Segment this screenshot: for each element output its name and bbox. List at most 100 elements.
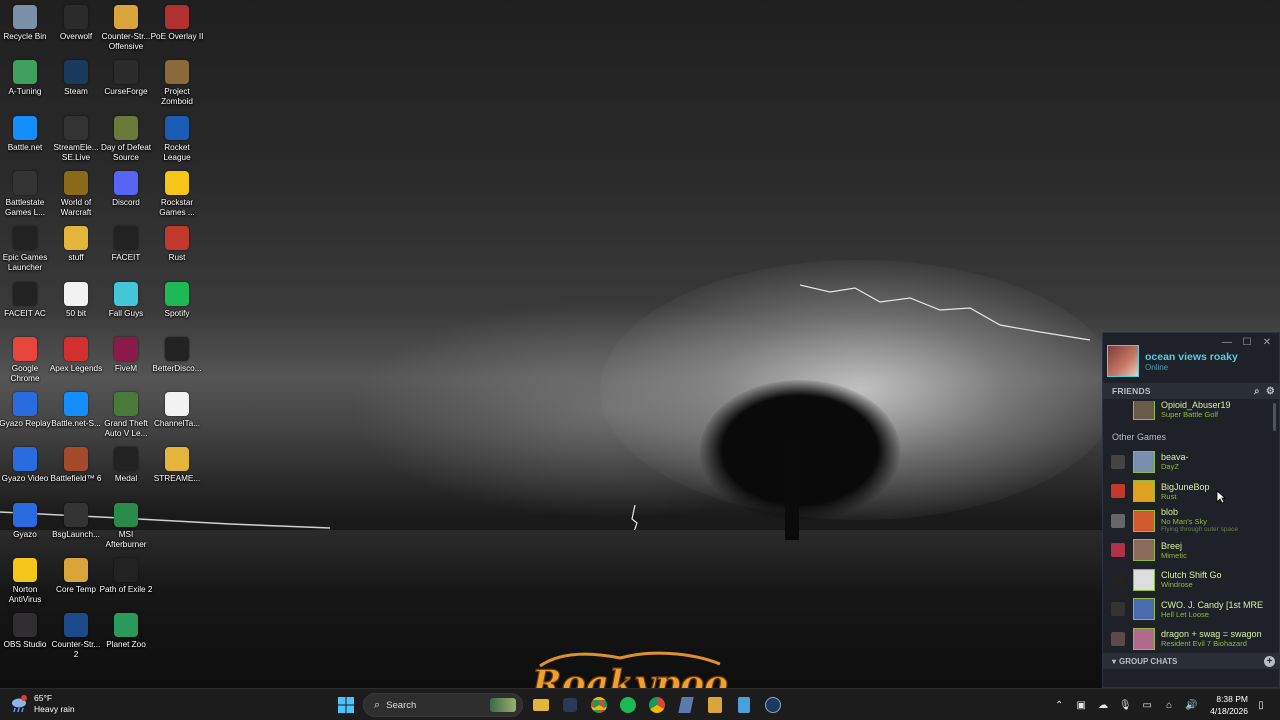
friend-row[interactable]: dragon + swag = swagon Resident Evil 7 Bi… bbox=[1103, 624, 1273, 651]
desktop-icon-obs-studio[interactable]: OBS Studio bbox=[0, 613, 52, 650]
desktop-icon-folder[interactable]: STREAME... bbox=[150, 447, 204, 484]
desktop-icon-spotify[interactable]: Spotify bbox=[150, 281, 204, 319]
desktop-icon-bsg-launcher[interactable]: BsgLaunch... bbox=[49, 502, 103, 540]
desktop-icon-rust[interactable]: Rust bbox=[150, 226, 204, 263]
desktop-icon-chrome[interactable]: Google Chrome bbox=[0, 336, 52, 384]
taskbar-game-button-2[interactable] bbox=[703, 693, 727, 717]
desktop-icon-rockstar[interactable]: Rockstar Games ... bbox=[150, 170, 204, 218]
desktop-icon-project-zomboid[interactable]: Project Zomboid bbox=[150, 60, 204, 107]
start-button[interactable] bbox=[334, 693, 358, 717]
desktop-icon-steam[interactable]: Steam bbox=[49, 60, 103, 97]
desktop-icon-day-of-defeat[interactable]: Day of Defeat Source bbox=[99, 115, 153, 163]
desktop-icon-label: BsgLaunch... bbox=[52, 529, 100, 539]
friend-row[interactable]: Breej Mimetic bbox=[1103, 536, 1273, 566]
group-chats-header[interactable]: ▾ GROUP CHATS + bbox=[1103, 653, 1279, 669]
chevron-up-icon[interactable]: ⌃ bbox=[1050, 696, 1068, 714]
desktop-icon-betterdiscord[interactable]: BetterDisco... bbox=[150, 336, 204, 374]
friend-row[interactable]: Clutch Shift Go Windrose bbox=[1103, 565, 1273, 595]
weather-widget[interactable]: 65°F Heavy rain bbox=[10, 693, 75, 715]
taskbar-steam-button[interactable] bbox=[761, 693, 785, 717]
desktop-icon-medal[interactable]: Medal bbox=[99, 447, 153, 484]
desktop-icon-fivem[interactable]: FiveM bbox=[99, 336, 153, 374]
poe-overlay-icon bbox=[165, 5, 189, 29]
desktop-icon-norton[interactable]: Norton AntiVirus bbox=[0, 558, 52, 605]
desktop-icon-world-of-warcraft[interactable]: World of Warcraft bbox=[49, 170, 103, 218]
taskbar-app-button[interactable] bbox=[674, 693, 698, 717]
tray-app-icon[interactable]: ▣ bbox=[1072, 696, 1090, 714]
taskbar-notepad-button[interactable] bbox=[732, 693, 756, 717]
friend-row[interactable]: beava- DayZ bbox=[1103, 447, 1273, 477]
desktop-icon-battlenet-shortcut[interactable]: Battle.net-S... bbox=[49, 392, 103, 429]
desktop-icon-label: Overwolf bbox=[59, 32, 93, 41]
add-group-chat-icon[interactable]: + bbox=[1264, 655, 1275, 667]
desktop-icon-counter-strike[interactable]: Counter-Str... Offensive bbox=[99, 5, 153, 52]
microphone-icon[interactable]: 🎙 bbox=[1116, 696, 1134, 714]
friend-game: Super Battle Golf bbox=[1161, 409, 1219, 419]
profile-status: Online bbox=[1145, 362, 1169, 372]
friends-scrollbar[interactable] bbox=[1273, 403, 1276, 431]
steam-friends-window[interactable]: — ☐ ✕ ocean views roaky Online FRIENDS ⌕… bbox=[1102, 332, 1280, 688]
friend-row[interactable]: blob No Man's Sky Flying through outer spa… bbox=[1103, 506, 1273, 536]
desktop-icon-battlefield[interactable]: Battlefield™ 6 bbox=[49, 447, 103, 484]
friend-avatar bbox=[1133, 568, 1155, 591]
desktop-icon-gyazo-video[interactable]: Gyazo Video bbox=[0, 447, 52, 484]
friend-row[interactable]: BigJuneBop Rust bbox=[1103, 477, 1273, 507]
desktop-icon-discord[interactable]: Discord bbox=[99, 170, 153, 208]
profile-name[interactable]: ocean views roaky bbox=[1145, 351, 1238, 363]
desktop-icon-label: STREAME... bbox=[153, 474, 201, 484]
desktop-icon-counter-strike-2[interactable]: Counter-Str... 2 bbox=[49, 613, 103, 660]
desktop-icon-label: Gyazo Replay bbox=[0, 419, 51, 429]
friend-avatar bbox=[1133, 627, 1155, 650]
desktop-icon-fall-guys[interactable]: Fall Guys bbox=[99, 281, 153, 319]
search-icon[interactable]: ⌕ bbox=[1254, 386, 1260, 397]
desktop-icon-faceit[interactable]: FACEIT bbox=[99, 226, 153, 263]
desktop-icon-poe-overlay[interactable]: PoE Overlay II bbox=[150, 5, 204, 42]
desktop-icon-curseforge[interactable]: CurseForge bbox=[99, 60, 153, 97]
add-friend-icon[interactable]: ⚙ bbox=[1266, 386, 1275, 397]
battlenet-icon bbox=[13, 115, 37, 140]
friend-avatar bbox=[1133, 401, 1155, 420]
faceit-ac-icon bbox=[13, 281, 37, 306]
desktop-icon-battlenet[interactable]: Battle.net bbox=[0, 115, 52, 153]
display-icon[interactable]: ▭ bbox=[1138, 696, 1156, 714]
taskbar-chrome-button-2[interactable] bbox=[645, 693, 669, 717]
desktop-icon-planet-zoo[interactable]: Planet Zoo bbox=[99, 613, 153, 650]
desktop-icon-gyazo[interactable]: Gyazo bbox=[0, 502, 52, 540]
desktop-icon-gyazo-replay[interactable]: Gyazo Replay bbox=[0, 392, 52, 429]
desktop-icon-battlestate[interactable]: Battlestate Games L... bbox=[0, 170, 52, 218]
desktop-icon-label: Project Zomboid bbox=[161, 87, 193, 107]
desktop-icon-label: Counter-Str... Offensive bbox=[101, 32, 151, 51]
taskbar-search[interactable]: ⌕ Search bbox=[363, 693, 523, 717]
notification-icon[interactable]: ▯ bbox=[1252, 696, 1270, 714]
desktop-icon-streamelements[interactable]: StreamEle... SE.Live bbox=[49, 115, 103, 163]
core-temp-icon bbox=[64, 558, 88, 582]
desktop-icon-folder[interactable]: stuff bbox=[49, 226, 103, 263]
volume-icon[interactable]: 🔊 bbox=[1182, 696, 1200, 714]
network-icon[interactable]: ⌂ bbox=[1160, 696, 1178, 714]
friend-row-top[interactable]: Opioid_Abuser19 Super Battle Golf bbox=[1103, 401, 1273, 421]
desktop-icon-a-tuning[interactable]: A-Tuning bbox=[0, 60, 52, 97]
desktop-icon-faceit-ac[interactable]: FACEIT AC bbox=[0, 281, 52, 319]
taskbar-game-button[interactable] bbox=[558, 693, 582, 717]
taskbar-clock[interactable]: 8:38 PM 4/18/2026 bbox=[1210, 693, 1248, 717]
desktop-icon-document[interactable]: 50 bit bbox=[49, 281, 103, 319]
steam-profile[interactable]: ocean views roaky Online bbox=[1107, 343, 1277, 379]
desktop-icon-gta-v[interactable]: Grand Theft Auto V Le... bbox=[99, 392, 153, 439]
desktop-icon-core-temp[interactable]: Core Temp bbox=[49, 558, 103, 595]
desktop-icon-overwolf[interactable]: Overwolf bbox=[49, 5, 103, 42]
file-explorer-button[interactable] bbox=[529, 693, 553, 717]
friend-row[interactable]: CWO. J. Candy [1st MRE Hell Let Loose bbox=[1103, 595, 1273, 625]
cloud-icon[interactable]: ☁ bbox=[1094, 696, 1112, 714]
desktop-icon-rocket-league[interactable]: Rocket League bbox=[150, 115, 204, 163]
desktop-icon-apex-legends[interactable]: Apex Legends bbox=[49, 336, 103, 374]
desktop-icon-path-of-exile[interactable]: Path of Exile 2 bbox=[99, 558, 153, 595]
project-zomboid-icon bbox=[165, 60, 189, 85]
taskbar-spotify-button[interactable] bbox=[616, 693, 640, 717]
desktop-icon-msi-afterburner[interactable]: MSI Afterburner bbox=[99, 502, 153, 550]
avatar[interactable] bbox=[1107, 345, 1139, 377]
desktop-icon-epic-games[interactable]: Epic Games Launcher bbox=[0, 226, 52, 273]
desktop-icon-channeltalk[interactable]: ChannelTa... bbox=[150, 392, 204, 429]
desktop-icon-recycle-bin[interactable]: Recycle Bin bbox=[0, 5, 52, 42]
taskbar-chrome-button[interactable] bbox=[587, 693, 611, 717]
desktop-icon-label: Rocket League bbox=[163, 142, 191, 162]
